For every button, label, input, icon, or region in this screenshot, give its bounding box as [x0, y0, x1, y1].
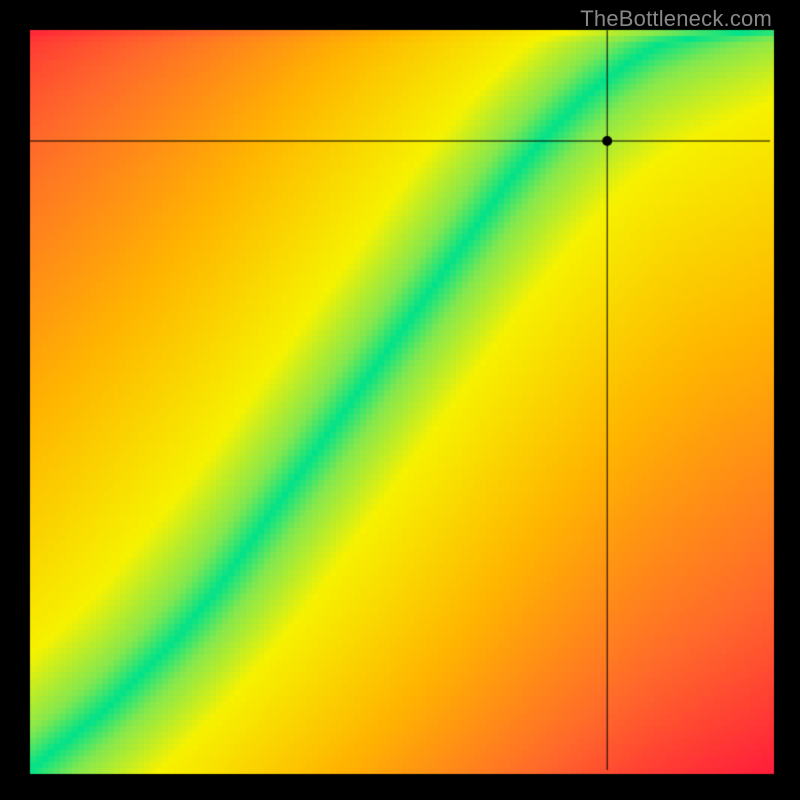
chart-container: TheBottleneck.com [0, 0, 800, 800]
watermark-text: TheBottleneck.com [580, 6, 772, 32]
crosshair-overlay [0, 0, 800, 800]
